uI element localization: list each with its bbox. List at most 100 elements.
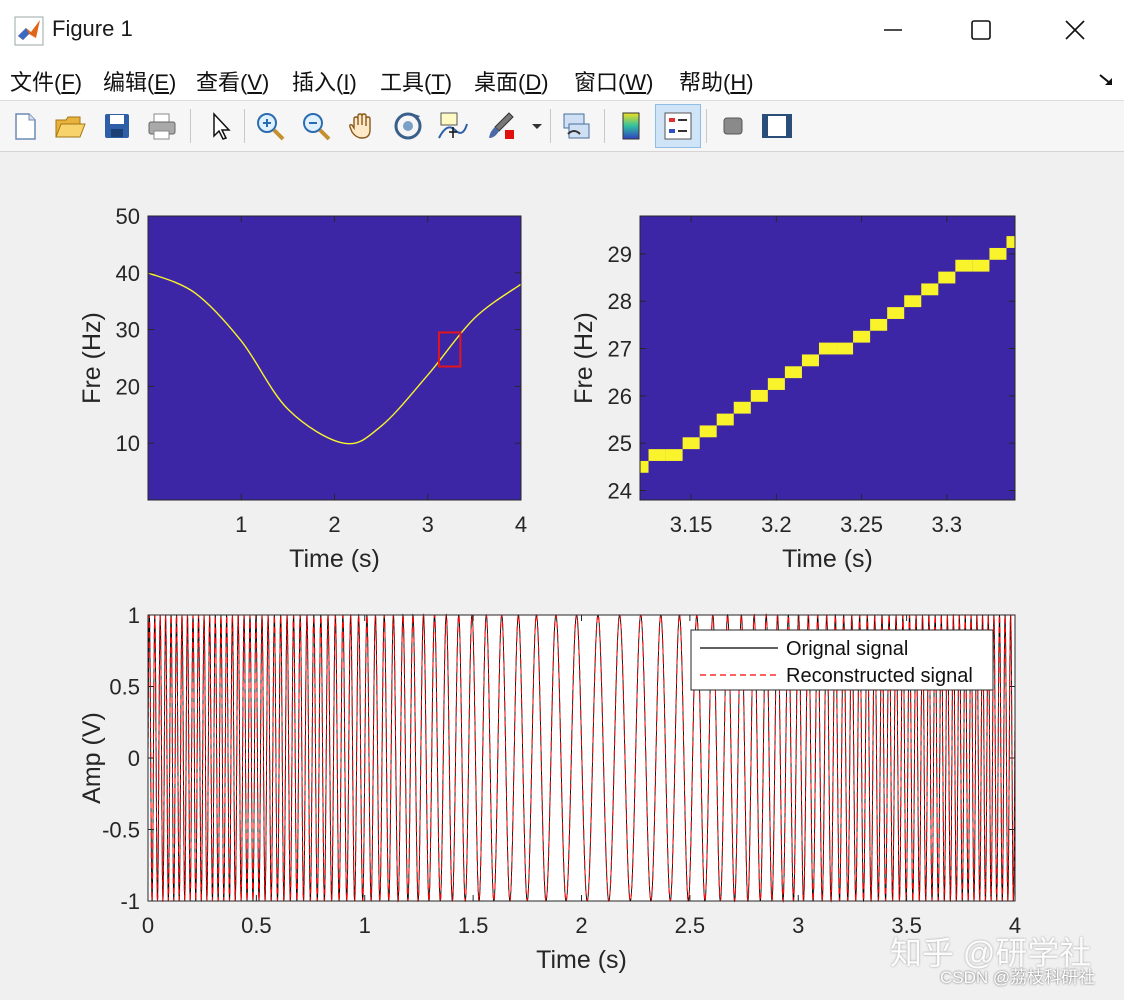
- matlab-logo-icon: [14, 16, 44, 46]
- ridge-cell: [955, 259, 973, 272]
- toolbar-separator: [190, 109, 191, 143]
- legend-button[interactable]: [655, 104, 701, 148]
- ridge-cell: [682, 437, 700, 450]
- hide-plot-tools-button[interactable]: [714, 107, 752, 145]
- menu-tools[interactable]: 工具(T): [380, 65, 452, 97]
- y-tick-label: 1: [128, 603, 140, 628]
- title-bar: Figure 1: [0, 0, 1124, 61]
- x-tick-label: 3.3: [932, 512, 963, 537]
- minimize-button[interactable]: [870, 12, 916, 48]
- legend-icon: [664, 112, 692, 140]
- y-tick-label: 40: [116, 261, 140, 286]
- pointer-icon: [213, 112, 231, 140]
- rotate-3d-button[interactable]: [389, 107, 427, 145]
- y-tick-label: 50: [116, 204, 140, 229]
- new-figure-button[interactable]: [6, 107, 44, 145]
- y-tick-label: 0: [128, 746, 140, 771]
- legend: Orignal signal Reconstructed signal: [690, 629, 994, 691]
- x-tick-label: 0.5: [241, 913, 272, 938]
- x-tick-label: 0: [142, 913, 154, 938]
- tf-map-background: [148, 216, 521, 500]
- hide-plot-tools-icon: [723, 117, 743, 135]
- toolbar-separator: [604, 109, 605, 143]
- maximize-icon: [971, 20, 991, 40]
- menu-window[interactable]: 窗口(W): [574, 65, 653, 97]
- menu-view[interactable]: 查看(V): [196, 65, 269, 97]
- close-icon: [1065, 20, 1085, 40]
- save-button[interactable]: [98, 107, 136, 145]
- y-tick-label: 24: [608, 479, 632, 504]
- y-axis-label: Amp (V): [78, 712, 106, 804]
- ridge-cell: [733, 401, 751, 414]
- y-tick-label: 27: [608, 337, 632, 362]
- ridge-cell: [665, 449, 683, 461]
- menu-bar: 文件(F) 编辑(E) 查看(V) 插入(I) 工具(T) 桌面(D) 窗口(W…: [0, 60, 1124, 101]
- ridge-cell: [818, 342, 837, 355]
- maximize-button[interactable]: [958, 12, 1004, 48]
- show-plot-tools-icon: [762, 114, 792, 138]
- x-axis-label: Time (s): [782, 545, 873, 573]
- x-tick-label: 2.5: [675, 913, 706, 938]
- data-cursor-button[interactable]: [434, 107, 472, 145]
- new-figure-icon: [15, 113, 36, 140]
- zoom-out-button[interactable]: [297, 107, 335, 145]
- open-button[interactable]: [51, 107, 89, 145]
- y-tick-label: -1: [120, 889, 140, 914]
- figure-area: 1 2 3 4 10 20 30 40 50 Time (s) Fre (Hz) 3.15 3.2 3.2…: [0, 152, 1124, 995]
- x-tick-label: 1.5: [458, 913, 489, 938]
- x-axis-label: Time (s): [289, 545, 380, 573]
- menu-edit[interactable]: 编辑(E): [103, 65, 176, 97]
- menu-desktop[interactable]: 桌面(D): [474, 65, 549, 97]
- ridge-cell: [836, 342, 854, 355]
- y-tick-label: 20: [116, 374, 140, 399]
- save-icon: [105, 114, 129, 138]
- menu-help[interactable]: 帮助(H): [679, 65, 754, 97]
- brush-dropdown-button[interactable]: [527, 107, 547, 145]
- y-axis-label: Fre (Hz): [78, 312, 106, 404]
- x-tick-label: 3: [792, 913, 804, 938]
- y-tick-label: 30: [116, 318, 140, 343]
- x-tick-label: 2: [328, 512, 340, 537]
- close-button[interactable]: [1052, 12, 1098, 48]
- link-plot-icon: [563, 113, 590, 139]
- print-button[interactable]: [143, 107, 181, 145]
- link-plot-button[interactable]: [558, 107, 596, 145]
- y-tick-label: 0.5: [109, 675, 140, 700]
- ridge-cell: [921, 283, 939, 296]
- y-tick-label: 28: [608, 289, 632, 314]
- ridge-cell: [784, 366, 802, 379]
- ridge-cell: [938, 271, 956, 284]
- data-cursor-icon: [438, 112, 468, 139]
- ridge-cell: [801, 354, 819, 367]
- menu-insert[interactable]: 插入(I): [292, 65, 357, 97]
- pointer-button[interactable]: [200, 107, 238, 145]
- ridge-cell: [1006, 236, 1015, 248]
- x-tick-label: 1: [235, 512, 247, 537]
- brush-button[interactable]: [482, 107, 520, 145]
- x-tick-label: 3.25: [840, 512, 883, 537]
- x-tick-label: 4: [515, 512, 527, 537]
- ridge-cell: [853, 330, 871, 343]
- show-plot-tools-button[interactable]: [758, 107, 796, 145]
- zoom-in-icon: [257, 113, 285, 141]
- toolbar-separator: [706, 109, 707, 143]
- chevron-down-icon: [532, 124, 542, 129]
- open-icon: [55, 116, 86, 138]
- colorbar-button[interactable]: [612, 107, 650, 145]
- x-tick-label: 1: [359, 913, 371, 938]
- y-tick-label: 25: [608, 431, 632, 456]
- toolbar: [0, 101, 1124, 152]
- y-tick-label: 26: [608, 384, 632, 409]
- zoom-in-button[interactable]: [251, 107, 289, 145]
- window-title: Figure 1: [52, 16, 133, 41]
- rotate-3d-icon: [394, 112, 422, 140]
- menu-file[interactable]: 文件(F): [10, 65, 82, 97]
- ridge-cell: [716, 413, 734, 426]
- toolbar-separator: [244, 109, 245, 143]
- dock-arrow-icon[interactable]: [1098, 72, 1116, 88]
- figure-canvas[interactable]: 1 2 3 41020304050Time (s)Fre (Hz)3.15 3.2 3.2…: [0, 152, 1124, 995]
- minimize-icon: [884, 29, 902, 31]
- tf-zoom-background: [640, 216, 1015, 500]
- print-icon: [148, 113, 176, 140]
- pan-button[interactable]: [343, 107, 381, 145]
